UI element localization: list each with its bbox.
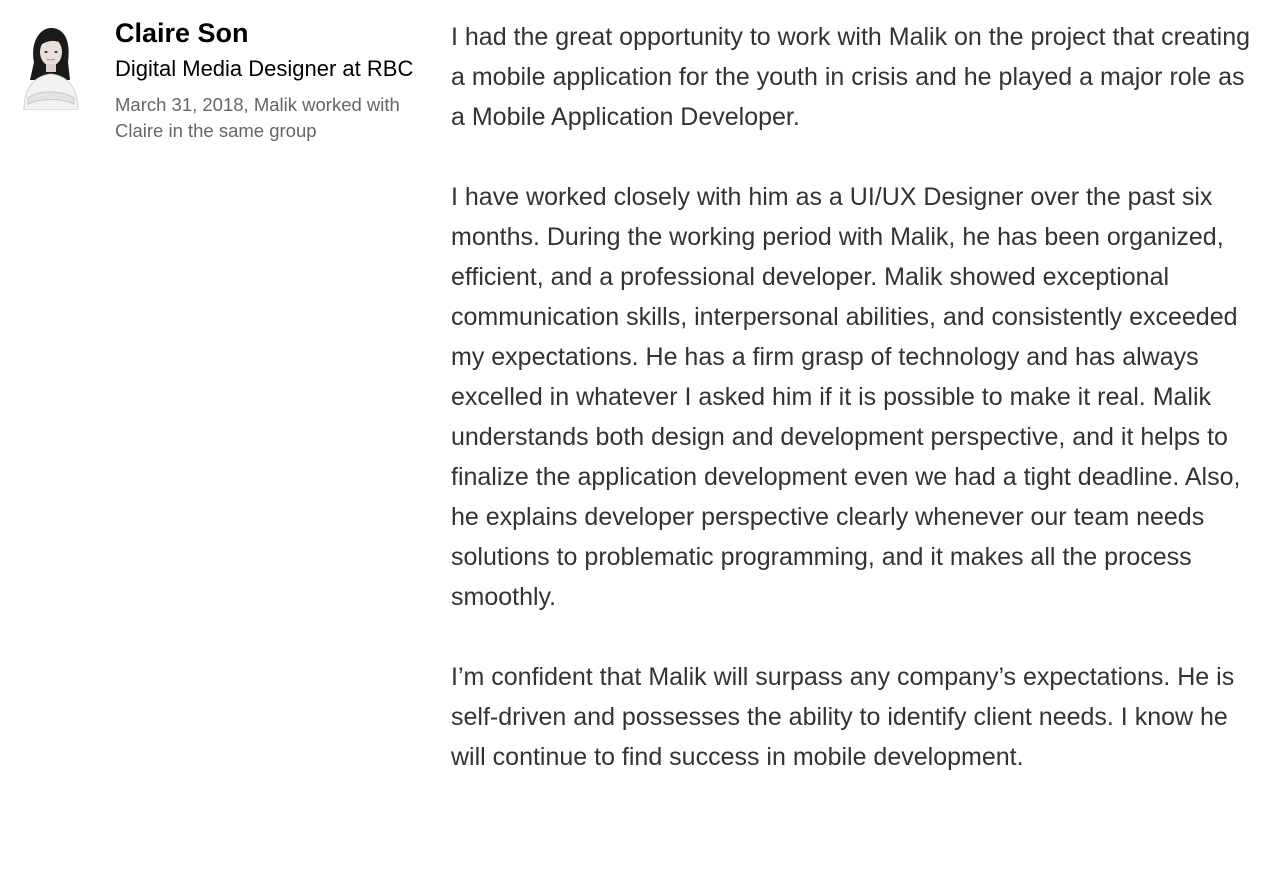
recommender-name-link[interactable]: Claire Son	[115, 14, 425, 52]
recommendation-card: Claire Son Digital Media Designer at RBC…	[0, 0, 1282, 876]
recommender-headline: Digital Media Designer at RBC	[115, 56, 414, 81]
recommendation-text: I had the great opportunity to work with…	[451, 17, 1251, 777]
recommender-info: Claire Son Digital Media Designer at RBC…	[115, 14, 425, 144]
recommendation-paragraph: I had the great opportunity to work with…	[451, 23, 1251, 131]
recommendation-meta: March 31, 2018, Malik worked with Claire…	[115, 94, 400, 141]
profile-photo-icon	[16, 22, 82, 110]
recommendation-paragraph: I’m confident that Malik will surpass an…	[451, 663, 1235, 771]
recommendation-paragraph: I have worked closely with him as a UI/U…	[451, 183, 1241, 611]
recommender-avatar[interactable]	[16, 22, 82, 110]
